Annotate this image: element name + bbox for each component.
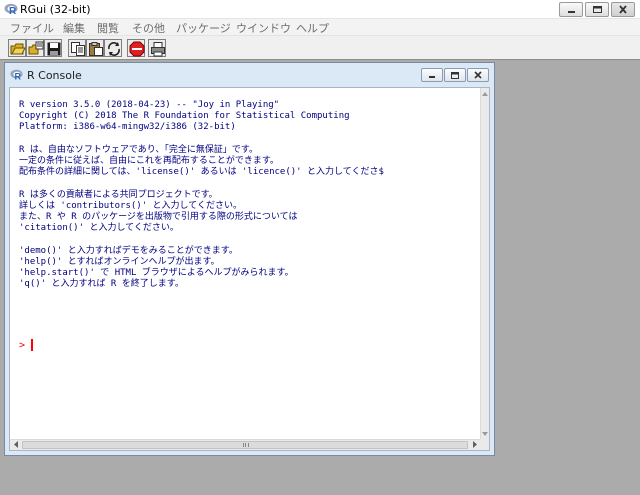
minimize-icon bbox=[429, 76, 435, 78]
text-cursor bbox=[31, 339, 33, 351]
horizontal-scrollbar[interactable] bbox=[10, 439, 481, 450]
console-maximize-button[interactable] bbox=[444, 68, 466, 82]
stop-button[interactable] bbox=[127, 39, 145, 57]
svg-text:R: R bbox=[15, 72, 22, 81]
load-workspace-button[interactable] bbox=[26, 39, 44, 57]
close-icon bbox=[619, 5, 627, 14]
save-workspace-icon bbox=[47, 42, 61, 56]
menu-windows[interactable]: ウインドウ bbox=[236, 20, 291, 36]
app-title: RGui (32-bit) bbox=[20, 3, 91, 16]
menu-view[interactable]: 閲覧 bbox=[97, 20, 119, 36]
copy-button[interactable] bbox=[68, 39, 86, 57]
restore-icon bbox=[451, 72, 459, 79]
console-title: R Console bbox=[27, 69, 82, 82]
r-console-window[interactable]: R R Console R version 3.5.0 (2018-04-23)… bbox=[4, 62, 495, 456]
load-workspace-icon bbox=[28, 41, 44, 55]
open-script-icon bbox=[10, 43, 26, 55]
paste-icon bbox=[89, 42, 103, 56]
minimize-icon bbox=[568, 11, 575, 13]
r-logo-icon: R bbox=[4, 3, 18, 15]
close-icon bbox=[474, 71, 482, 79]
open-script-button[interactable] bbox=[8, 39, 26, 57]
print-icon bbox=[151, 42, 165, 57]
svg-text:R: R bbox=[9, 6, 17, 15]
grip-icon bbox=[243, 443, 249, 447]
minimize-button[interactable] bbox=[559, 2, 583, 17]
copy-paste-button[interactable] bbox=[104, 39, 122, 57]
menu-edit[interactable]: 編集 bbox=[63, 20, 85, 36]
print-button[interactable] bbox=[148, 39, 166, 57]
vertical-scrollbar[interactable] bbox=[480, 88, 489, 440]
menu-file[interactable]: ファイル bbox=[10, 20, 54, 36]
save-workspace-button[interactable] bbox=[44, 39, 62, 57]
console-close-button[interactable] bbox=[467, 68, 489, 82]
app-titlebar[interactable]: R RGui (32-bit) bbox=[0, 0, 640, 19]
maximize-icon bbox=[593, 6, 602, 13]
console-prompt: > bbox=[19, 340, 26, 351]
horizontal-scroll-thumb[interactable] bbox=[22, 441, 468, 449]
stop-icon bbox=[129, 41, 145, 57]
copy-icon bbox=[71, 42, 85, 56]
copy-paste-icon bbox=[108, 42, 120, 56]
paste-button[interactable] bbox=[86, 39, 104, 57]
menu-packages[interactable]: パッケージ bbox=[176, 20, 231, 36]
r-logo-icon: R bbox=[10, 69, 23, 80]
menu-misc[interactable]: その他 bbox=[132, 20, 165, 36]
menu-help[interactable]: ヘルプ bbox=[296, 20, 329, 36]
menu-bar: ファイル 編集 閲覧 その他 パッケージ ウインドウ ヘルプ bbox=[0, 19, 640, 36]
scroll-down-icon bbox=[482, 432, 488, 436]
scroll-up-icon bbox=[482, 92, 488, 96]
console-titlebar[interactable]: R R Console bbox=[5, 63, 494, 87]
maximize-button[interactable] bbox=[585, 2, 609, 17]
toolbar bbox=[0, 36, 640, 59]
console-output-text: R version 3.5.0 (2018-04-23) -- "Joy in … bbox=[19, 100, 384, 290]
scrollbar-corner bbox=[480, 439, 489, 450]
scroll-left-icon bbox=[14, 441, 18, 448]
scroll-right-icon bbox=[473, 441, 477, 448]
close-button[interactable] bbox=[611, 2, 635, 17]
console-output-area[interactable]: R version 3.5.0 (2018-04-23) -- "Joy in … bbox=[9, 87, 490, 451]
console-minimize-button[interactable] bbox=[421, 68, 443, 82]
